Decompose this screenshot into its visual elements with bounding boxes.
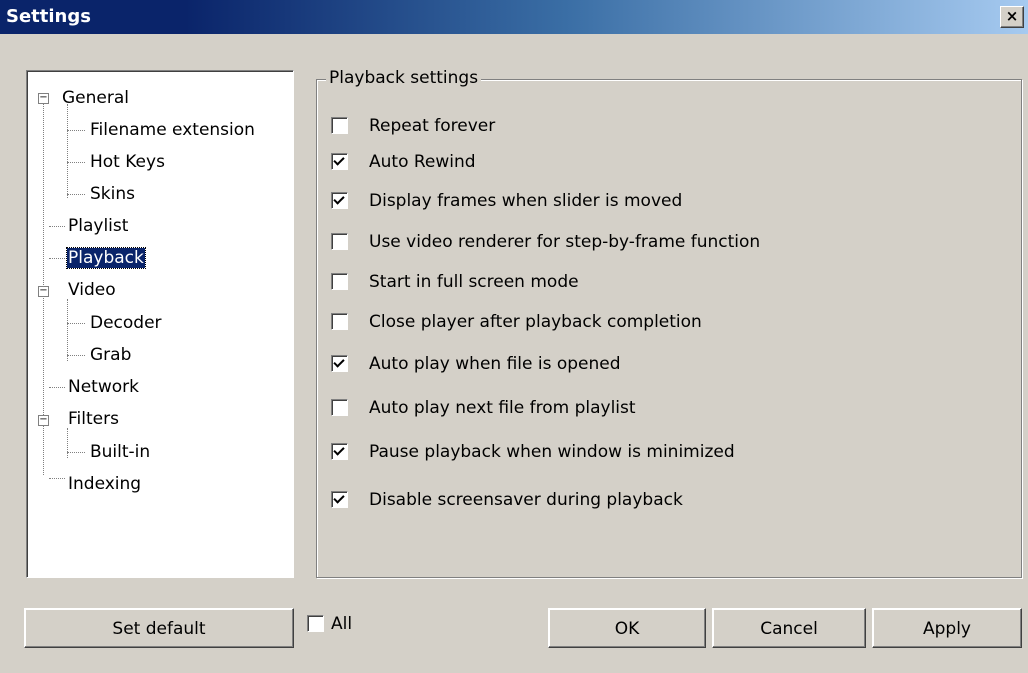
apply-button[interactable]: Apply bbox=[872, 608, 1022, 648]
tree-connector bbox=[49, 226, 65, 227]
checkbox[interactable] bbox=[331, 192, 348, 209]
tree-item-label: Decoder bbox=[90, 313, 162, 333]
checkbox[interactable] bbox=[307, 615, 324, 632]
tree-item-built-in[interactable]: Built-in bbox=[89, 440, 151, 464]
tree-item-label: Skins bbox=[90, 184, 135, 204]
tree-item-label: Hot Keys bbox=[90, 152, 165, 172]
tree-item-filters[interactable]: Filters bbox=[67, 407, 120, 431]
window-title: Settings bbox=[6, 6, 91, 27]
tree-item-label: Playlist bbox=[68, 216, 129, 236]
settings-tree[interactable]: − − − General Filename extension Hot Key… bbox=[26, 70, 294, 578]
option-label: Use video renderer for step-by-frame fun… bbox=[369, 232, 761, 252]
option-label: Auto play next file from playlist bbox=[369, 398, 636, 418]
checkbox[interactable] bbox=[331, 443, 348, 460]
set-default-button[interactable]: Set default bbox=[24, 608, 294, 648]
cancel-button[interactable]: Cancel bbox=[712, 608, 866, 648]
tree-item-label: Video bbox=[68, 280, 116, 300]
option-label: Start in full screen mode bbox=[369, 272, 579, 292]
tree-item-decoder[interactable]: Decoder bbox=[89, 311, 163, 335]
collapse-icon[interactable]: − bbox=[38, 415, 49, 426]
tree-item-playback[interactable]: Playback bbox=[66, 246, 146, 270]
collapse-icon[interactable]: − bbox=[38, 93, 49, 104]
option-label: Pause playback when window is minimized bbox=[369, 442, 735, 462]
tree-item-network[interactable]: Network bbox=[67, 375, 140, 399]
option-label: Repeat forever bbox=[369, 116, 496, 136]
tree-item-general[interactable]: General bbox=[61, 86, 130, 110]
option-label: Display frames when slider is moved bbox=[369, 191, 683, 211]
checkbox[interactable] bbox=[331, 233, 348, 250]
tree-item-label: General bbox=[62, 88, 129, 108]
option-label: Disable screensaver during playback bbox=[369, 490, 683, 510]
tree-item-label: Playback bbox=[66, 247, 146, 269]
checkbox[interactable] bbox=[331, 355, 348, 372]
close-button[interactable]: × bbox=[1000, 6, 1024, 28]
tree-connector bbox=[67, 428, 68, 458]
checkbox[interactable] bbox=[331, 153, 348, 170]
title-bar: Settings × bbox=[0, 0, 1028, 34]
tree-item-hot-keys[interactable]: Hot Keys bbox=[89, 150, 166, 174]
tree-item-label: Grab bbox=[90, 345, 132, 365]
tree-connector bbox=[49, 478, 65, 479]
all-label: All bbox=[331, 614, 353, 634]
option-label: Close player after playback completion bbox=[369, 312, 702, 332]
checkbox[interactable] bbox=[331, 491, 348, 508]
tree-connector bbox=[67, 162, 85, 163]
tree-connector bbox=[67, 452, 85, 453]
checkbox[interactable] bbox=[331, 273, 348, 290]
checkbox[interactable] bbox=[331, 313, 348, 330]
tree-item-label: Network bbox=[68, 377, 139, 397]
collapse-icon[interactable]: − bbox=[38, 286, 49, 297]
option-label: Auto play when file is opened bbox=[369, 354, 621, 374]
tree-connector bbox=[67, 194, 85, 195]
group-title: Playback settings bbox=[326, 68, 482, 88]
tree-item-filename-extension[interactable]: Filename extension bbox=[89, 118, 256, 142]
checkbox[interactable] bbox=[331, 117, 348, 134]
tree-item-skins[interactable]: Skins bbox=[89, 182, 136, 206]
tree-item-playlist[interactable]: Playlist bbox=[67, 214, 129, 238]
tree-connector bbox=[49, 387, 65, 388]
tree-connector bbox=[67, 130, 85, 131]
tree-item-label: Indexing bbox=[68, 474, 142, 494]
tree-connector bbox=[49, 258, 65, 259]
tree-connector bbox=[67, 323, 85, 324]
tree-item-label: Filters bbox=[68, 409, 119, 429]
tree-connector bbox=[67, 355, 85, 356]
ok-button[interactable]: OK bbox=[548, 608, 706, 648]
tree-item-video[interactable]: Video bbox=[67, 278, 117, 302]
option-label: Auto Rewind bbox=[369, 152, 476, 172]
tree-item-grab[interactable]: Grab bbox=[89, 343, 132, 367]
tree-item-label: Filename extension bbox=[90, 120, 255, 140]
tree-item-label: Built-in bbox=[90, 442, 151, 462]
tree-item-indexing[interactable]: Indexing bbox=[67, 472, 142, 496]
tree-connector bbox=[67, 104, 68, 198]
tree-connector bbox=[67, 299, 68, 361]
checkbox[interactable] bbox=[331, 399, 348, 416]
